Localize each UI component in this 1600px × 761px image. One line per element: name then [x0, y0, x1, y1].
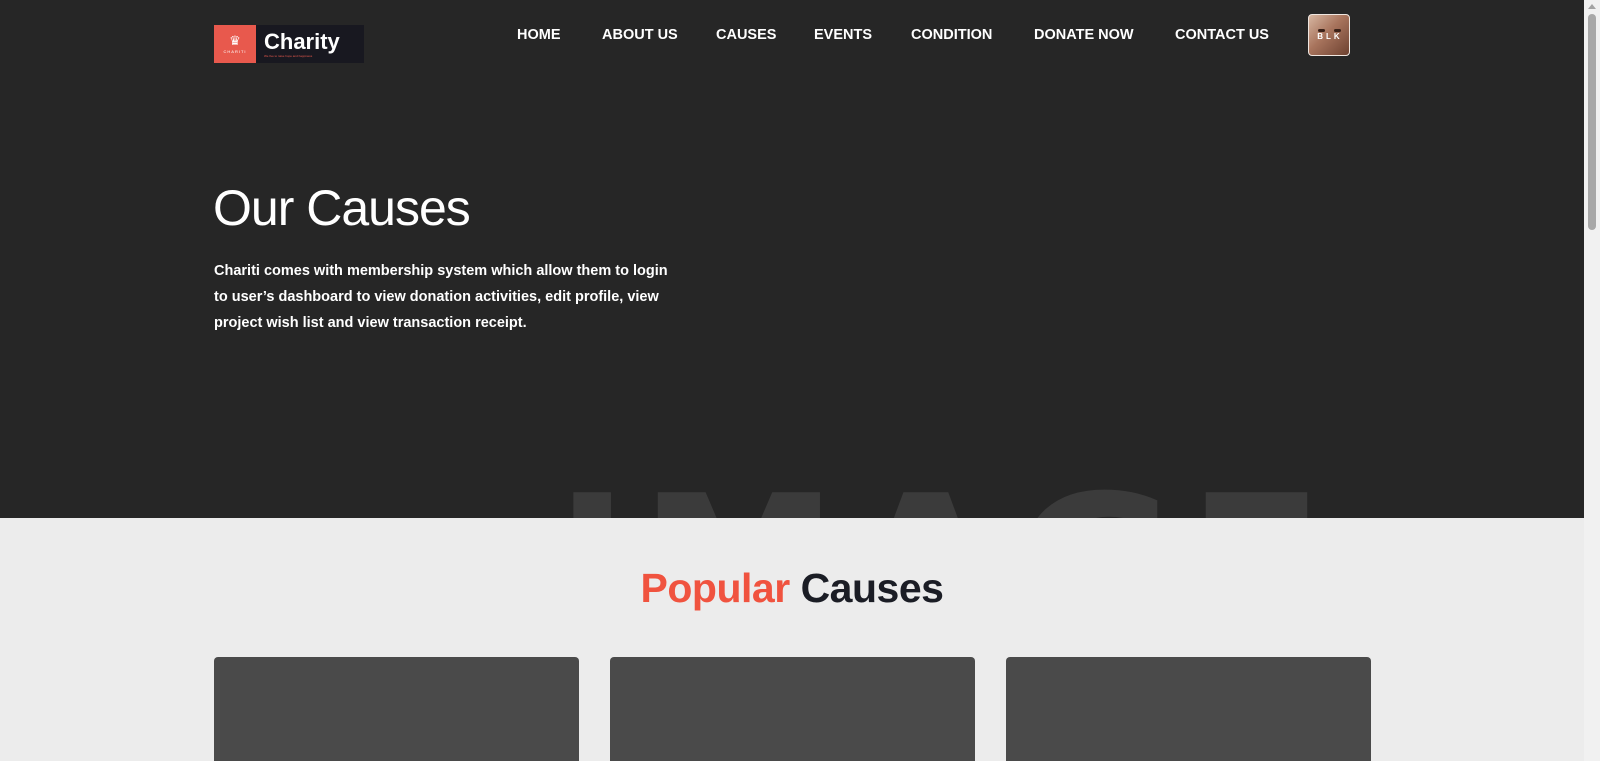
- section-title: Popular Causes: [0, 564, 1584, 612]
- nav-item-causes[interactable]: CAUSES: [716, 26, 776, 44]
- scroll-up-icon[interactable]: [1588, 4, 1596, 9]
- nav-item-donate-now[interactable]: DONATE NOW: [1034, 26, 1134, 44]
- nav-item-home[interactable]: HOME: [517, 26, 561, 44]
- nav-item-contact-us[interactable]: CONTACT US: [1175, 26, 1269, 44]
- nav-item-about-us[interactable]: ABOUT US: [602, 26, 678, 44]
- page-title: Our Causes: [213, 180, 471, 236]
- section-title-rest: Causes: [800, 565, 944, 611]
- nav-item-condition[interactable]: CONDITION: [911, 26, 992, 44]
- hero-watermark-text: IMAGE: [555, 470, 1334, 519]
- logo-mark-text: CHARITI: [223, 49, 247, 54]
- hero-description: Chariti comes with membership system whi…: [214, 263, 668, 331]
- popular-causes-section: Popular Causes: [0, 518, 1584, 761]
- cause-card[interactable]: [610, 657, 975, 761]
- cause-card[interactable]: [1006, 657, 1371, 761]
- hero-section: IMAGE ♛ CHARITI Charity We live to raise…: [0, 0, 1584, 518]
- cause-card[interactable]: [214, 657, 579, 761]
- page-scrollbar[interactable]: [1584, 0, 1600, 761]
- logo-tagline: We live to raise hope and happiness: [264, 53, 313, 58]
- section-title-accent: Popular: [640, 565, 791, 611]
- avatar-text: BLK: [1317, 32, 1343, 41]
- user-avatar[interactable]: BLK: [1308, 14, 1350, 56]
- scrollbar-thumb[interactable]: [1588, 14, 1596, 230]
- nav-item-events[interactable]: EVENTS: [814, 26, 872, 44]
- page: IMAGE ♛ CHARITI Charity We live to raise…: [0, 0, 1600, 761]
